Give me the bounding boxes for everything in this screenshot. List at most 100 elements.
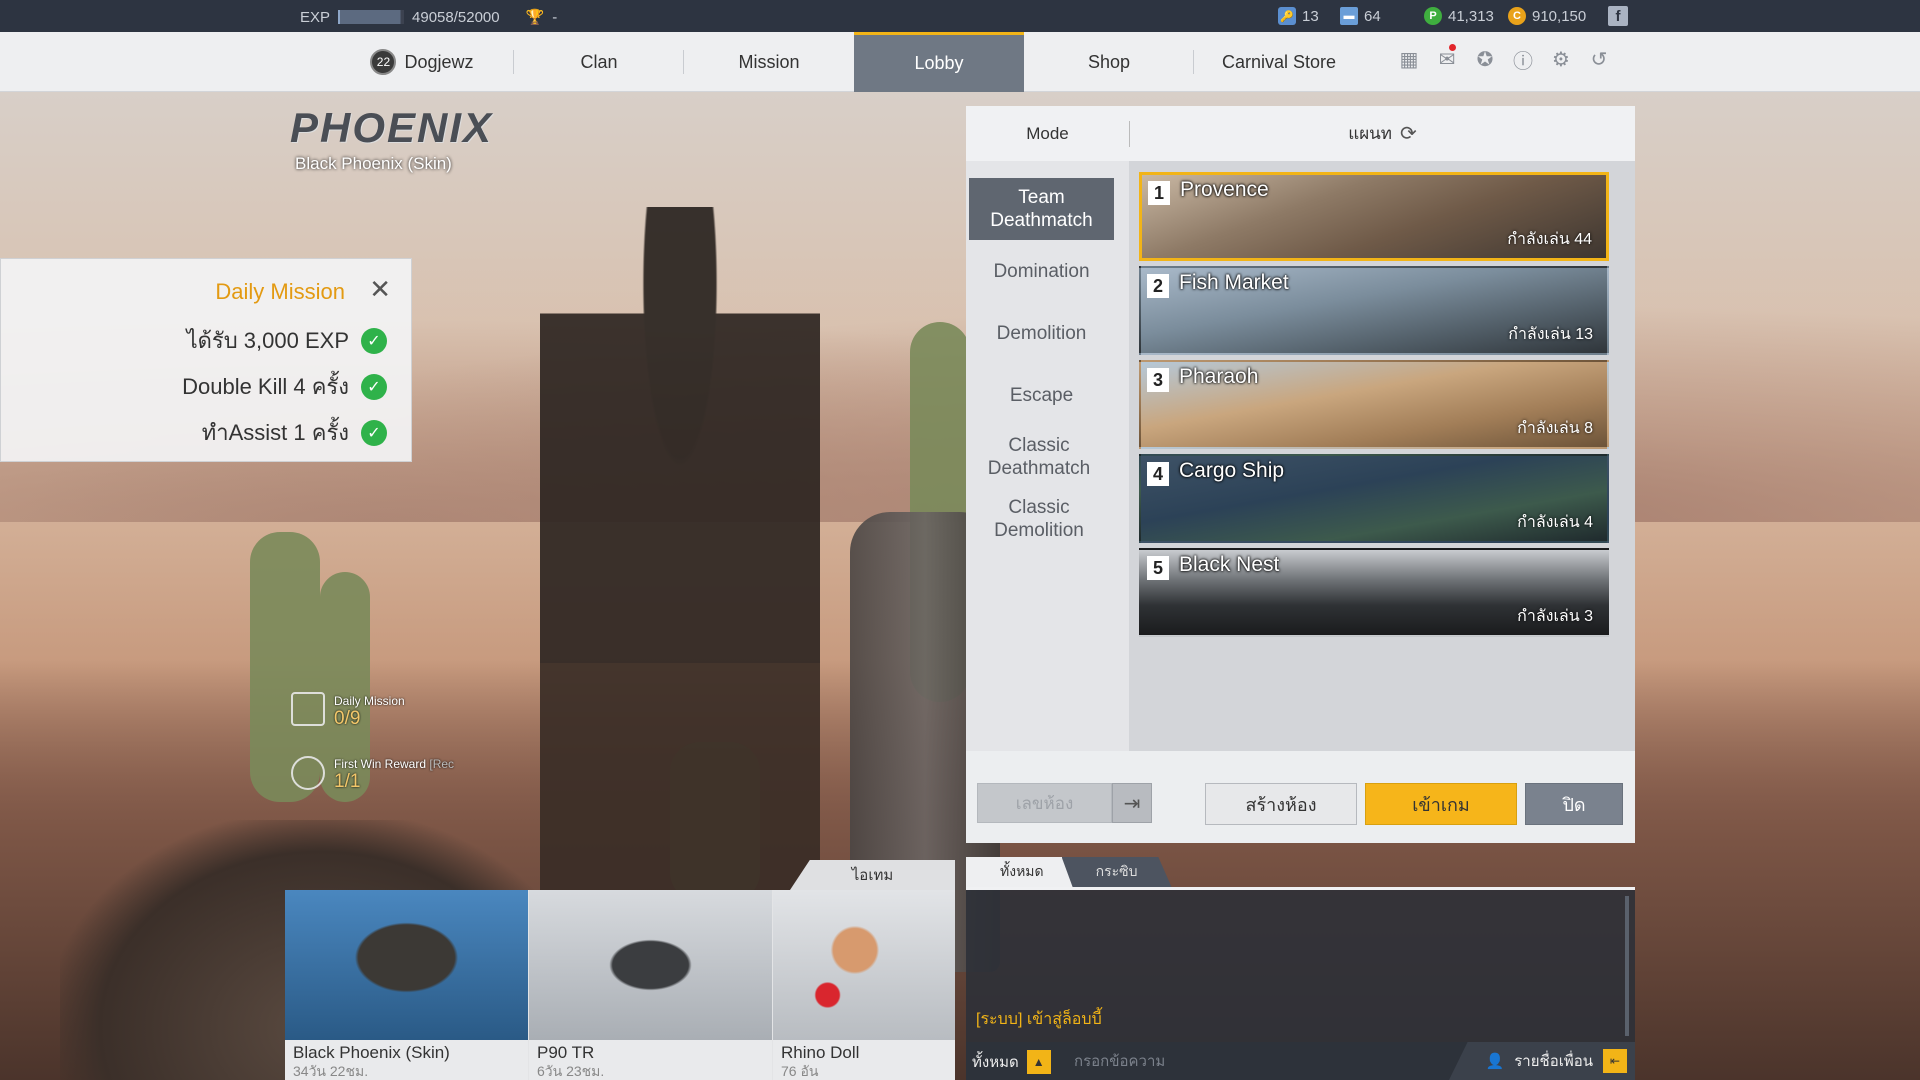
exp-progress-bar [338,10,405,24]
daily-indicator-value: 0/9 [334,708,361,729]
nav-mission[interactable]: Mission [684,32,854,92]
mode-classic-demolition[interactable]: Classic Demolition [969,488,1109,550]
items-tab[interactable]: ไอเทม [790,860,955,890]
coins-resource: C 910,150 [1508,7,1586,25]
item-card[interactable]: P90 TR 6วัน 23ชม. [529,890,772,1080]
mode-header: Mode [1026,123,1069,143]
first-win-indicator[interactable]: First Win Reward [Rec 1/1 [334,757,454,793]
level-badge: 22 [370,49,397,75]
player-count: กำลังเล่น 44 [1507,231,1592,248]
item-card[interactable]: Rhino Doll 76 อัน [773,890,955,1080]
map-name: Pharaoh [1179,365,1259,388]
gear-icon[interactable]: ⚙ [1548,46,1574,72]
mode-escape[interactable]: Escape [969,364,1114,426]
chat-input-bar: ทั้งหมด ▲ 👤 รายชื่อเพื่อน ⇤ [966,1042,1635,1080]
facebook-icon[interactable]: f [1608,6,1628,26]
mode-classic-deathmatch[interactable]: Classic Deathmatch [969,426,1109,488]
character-model[interactable] [540,207,820,967]
chevron-up-icon[interactable]: ▲ [1026,1050,1051,1074]
calendar-icon[interactable]: ▦ [1396,46,1422,72]
mode-demolition[interactable]: Demolition [969,302,1114,364]
chat-scope-selector[interactable]: ทั้งหมด ▲ [972,1050,1051,1074]
map-number: 1 [1148,181,1170,205]
folder-resource: ▬ 64 [1340,7,1381,25]
daily-mission-panel: Daily Mission ✕ ได้รับ 3,000 EXP ✓ Doubl… [0,258,412,462]
daily-mission-indicator[interactable]: Daily Mission 0/9 [334,694,405,730]
points-count: 41,313 [1448,7,1494,25]
item-image [285,890,528,1040]
calendar-icon[interactable] [291,692,325,726]
mission-task-text: ได้รับ 3,000 EXP [186,328,349,353]
exp-display: EXP 49058/52000 🏆 - [300,8,557,27]
mission-task: ทำAssist 1 ครั้ง ✓ [202,415,387,450]
close-icon[interactable]: ✕ [369,276,391,302]
key-count: 13 [1302,7,1319,25]
friends-label: รายชื่อเพื่อน [1514,1053,1593,1070]
map-name: Fish Market [1179,271,1289,294]
item-label: Rhino Doll 76 อัน [773,1040,955,1080]
check-icon: ✓ [361,419,387,446]
main-nav: 22 Dogjewz Clan Mission Lobby Shop Carni… [0,32,1920,92]
check-icon: ✓ [361,327,387,354]
chat-tab-all[interactable]: ทั้งหมด [966,857,1078,887]
chat-tabs: ทั้งหมด กระซิบ [966,857,1172,887]
stopwatch-icon[interactable] [291,756,325,790]
map-header-label: แผนท [1348,124,1392,143]
room-number-input[interactable]: เลขห้อง [977,783,1112,823]
item-image [529,890,772,1040]
item-image [773,890,955,1040]
map-card-pharaoh[interactable]: 3 Pharaoh กำลังเล่น 8 [1139,360,1609,449]
points-icon: P [1424,7,1442,25]
refresh-icon[interactable]: ⟳ [1400,121,1417,146]
map-card-cargo-ship[interactable]: 4 Cargo Ship กำลังเล่น 4 [1139,454,1609,543]
chat-scrollbar[interactable] [1625,896,1629,1036]
username: Dogjewz [404,51,474,72]
character-logo: PHOENIX [290,104,494,151]
map-header: แผนท ⟳ [1130,106,1635,161]
mail-icon[interactable]: ✉ [1434,44,1460,72]
daily-mission-title: Daily Mission [215,279,345,304]
back-icon[interactable]: ↺ [1586,46,1612,72]
collapse-icon[interactable]: ⇤ [1603,1049,1627,1073]
close-button[interactable]: ปิด [1525,783,1623,825]
person-icon: 👤 [1485,1053,1505,1070]
key-icon: 🔑 [1278,7,1296,25]
panel-footer: เลขห้อง ⇥ สร้างห้อง เข้าเกม ปิด [966,751,1635,843]
nav-shop[interactable]: Shop [1024,32,1194,92]
info-icon[interactable]: ⓘ [1510,46,1536,73]
item-label: P90 TR 6วัน 23ชม. [529,1040,772,1080]
mode-team-deathmatch[interactable]: Team Deathmatch [969,178,1114,240]
player-count: กำลังเล่น 3 [1517,608,1593,625]
item-name: P90 TR [537,1043,595,1062]
mission-task: ได้รับ 3,000 EXP ✓ [187,323,387,358]
chat-tab-whisper[interactable]: กระซิบ [1061,857,1172,887]
enter-game-button[interactable]: เข้าเกม [1365,783,1517,825]
daily-indicator-label: Daily Mission [334,694,405,708]
map-card-black-nest[interactable]: 5 Black Nest กำลังเล่น 3 [1139,548,1609,637]
nav-profile[interactable]: 22 Dogjewz [330,32,514,92]
item-duration: 34วัน 22ชม. [293,1063,369,1079]
enter-room-icon[interactable]: ⇥ [1112,783,1152,823]
map-name: Provence [1180,178,1269,201]
map-number: 2 [1147,274,1169,298]
item-card[interactable]: Black Phoenix (Skin) 34วัน 22ชม. [285,890,528,1080]
chat-log: [ระบบ] เข้าสู่ล็อบบี้ [966,887,1635,1042]
nav-clan[interactable]: Clan [514,32,684,92]
map-name: Cargo Ship [1179,459,1285,482]
mode-domination[interactable]: Domination [969,240,1114,302]
map-card-provence[interactable]: 1 Provence กำลังเล่น 44 [1139,172,1609,261]
medal-icon[interactable]: ✪ [1472,46,1498,72]
chat-scope-label: ทั้งหมด [972,1054,1019,1071]
item-label: Black Phoenix (Skin) 34วัน 22ชม. [285,1040,528,1080]
create-room-button[interactable]: สร้างห้อง [1205,783,1357,825]
mode-list: Team Deathmatch Domination Demolition Es… [966,161,1129,751]
map-number: 5 [1147,556,1169,580]
chat-input[interactable] [1074,1048,1424,1074]
friends-list-button[interactable]: 👤 รายชื่อเพื่อน ⇤ [1449,1042,1635,1080]
key-resource: 🔑 13 [1278,7,1319,25]
system-message: [ระบบ] เข้าสู่ล็อบบี้ [976,1011,1102,1028]
map-card-fish-market[interactable]: 2 Fish Market กำลังเล่น 13 [1139,266,1609,355]
nav-lobby[interactable]: Lobby [854,32,1024,92]
item-name: Black Phoenix (Skin) [293,1043,450,1062]
nav-carnival-store[interactable]: Carnival Store [1194,32,1364,92]
